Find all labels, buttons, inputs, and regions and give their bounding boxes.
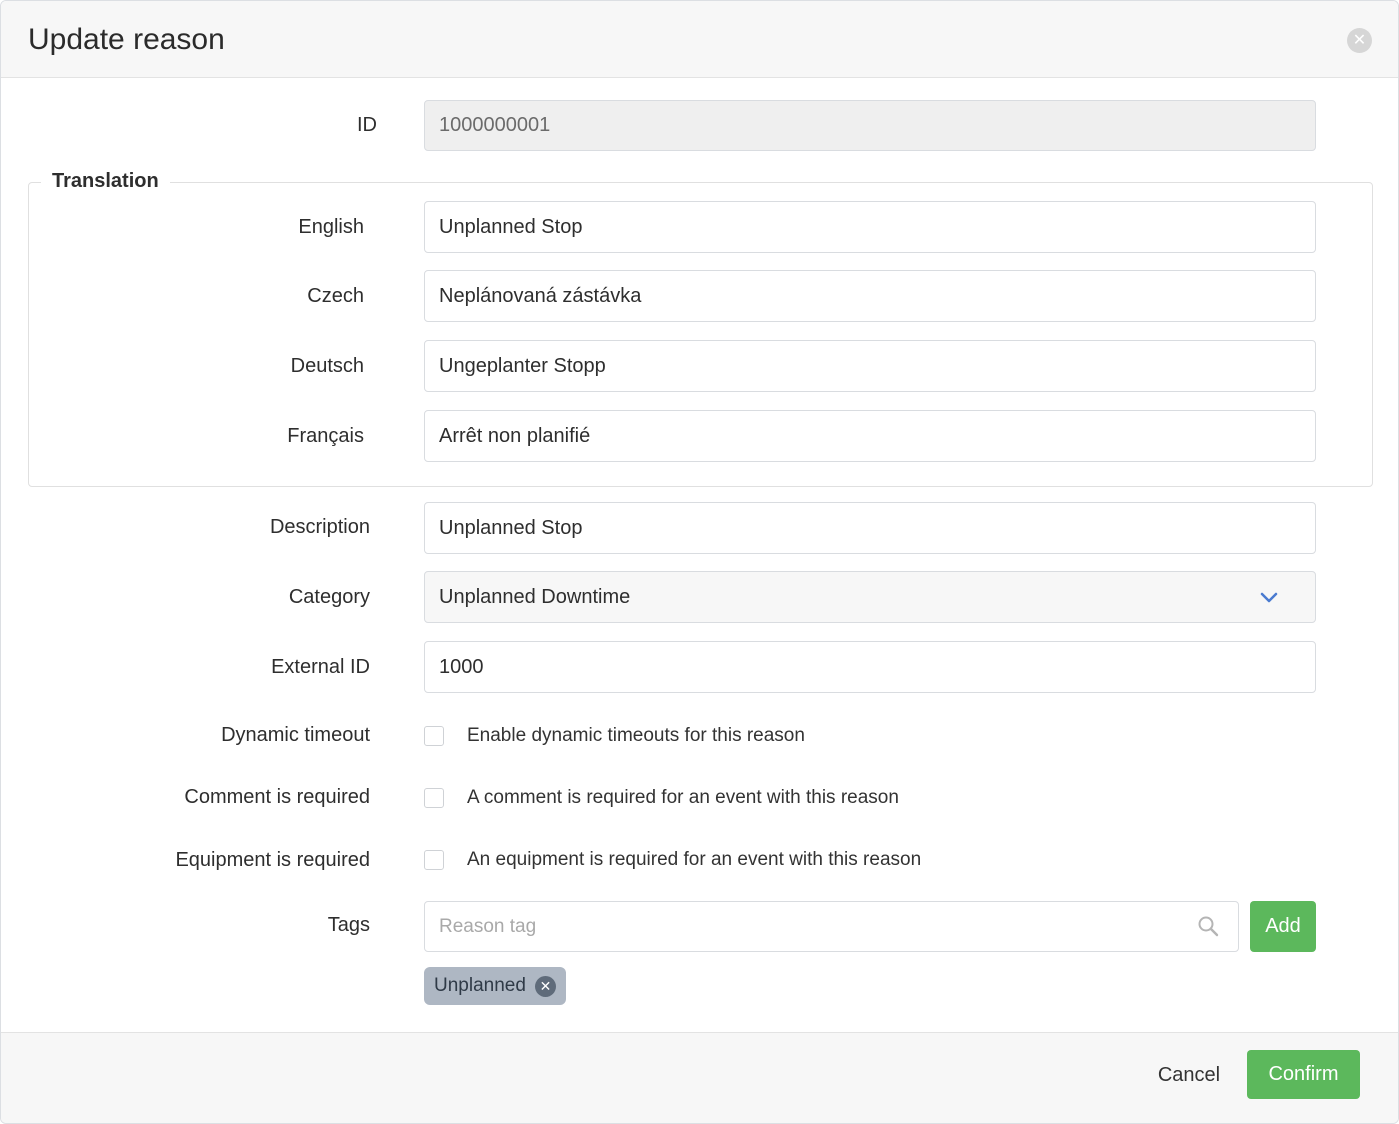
id-label: ID — [357, 114, 377, 136]
deutsch-field[interactable] — [424, 340, 1316, 392]
modal-title: Update reason — [28, 23, 225, 56]
equipment-required-checkbox[interactable] — [424, 850, 444, 870]
category-select[interactable]: Unplanned Downtime — [424, 571, 1316, 623]
deutsch-label: Deutsch — [290, 355, 364, 377]
external-id-field[interactable] — [424, 641, 1316, 693]
remove-tag-icon[interactable]: ✕ — [535, 976, 556, 997]
category-label: Category — [288, 586, 370, 608]
chevron-down-icon — [1260, 592, 1278, 603]
english-label: English — [298, 216, 364, 238]
external-id-label: External ID — [271, 656, 370, 678]
cancel-button[interactable]: Cancel — [1145, 1051, 1233, 1099]
reason-tag-input[interactable] — [424, 901, 1239, 952]
comment-required-text: A comment is required for an event with … — [467, 787, 899, 808]
tag-chip-unplanned: Unplanned ✕ — [424, 967, 566, 1005]
francais-field[interactable] — [424, 410, 1316, 462]
comment-required-label: Comment is required — [184, 786, 370, 808]
czech-label: Czech — [307, 285, 364, 307]
tags-label: Tags — [327, 914, 370, 936]
dynamic-timeout-checkbox[interactable] — [424, 726, 444, 746]
czech-field[interactable] — [424, 270, 1316, 322]
translation-legend: Translation — [41, 170, 170, 193]
add-tag-button[interactable]: Add — [1250, 901, 1316, 952]
search-icon — [1198, 916, 1219, 937]
equipment-required-label: Equipment is required — [175, 849, 370, 871]
description-field[interactable] — [424, 502, 1316, 554]
update-reason-modal: Update reason ✕ ID Translation English C… — [0, 0, 1399, 1124]
dynamic-timeout-label: Dynamic timeout — [221, 724, 370, 746]
confirm-button[interactable]: Confirm — [1247, 1050, 1360, 1099]
comment-required-checkbox[interactable] — [424, 788, 444, 808]
description-label: Description — [269, 516, 370, 538]
close-icon[interactable]: ✕ — [1347, 28, 1372, 53]
tag-chip-label: Unplanned — [434, 975, 526, 996]
category-selected-value: Unplanned Downtime — [439, 586, 631, 608]
dynamic-timeout-text: Enable dynamic timeouts for this reason — [467, 725, 805, 746]
equipment-required-text: An equipment is required for an event wi… — [467, 849, 922, 870]
id-field — [424, 100, 1316, 151]
modal-header: Update reason ✕ — [1, 1, 1398, 78]
english-field[interactable] — [424, 201, 1316, 253]
francais-label: Français — [287, 425, 364, 447]
